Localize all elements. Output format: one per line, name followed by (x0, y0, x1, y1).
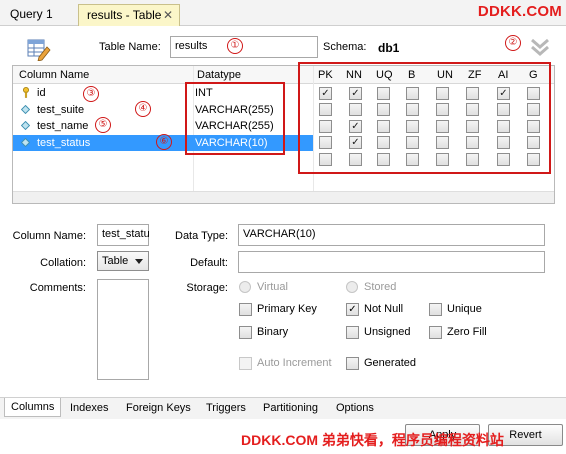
table-edit-icon (27, 39, 51, 61)
annotation-1: ① (227, 38, 243, 54)
diamond-icon (21, 137, 30, 147)
primary-key-checkbox[interactable] (239, 303, 252, 316)
watermark-bottom: DDKK.COM 弟弟快看，程序员编程资料站 (241, 432, 504, 448)
column-name-input[interactable]: test_statu (97, 224, 150, 246)
auto-increment-label: Auto Increment (257, 357, 332, 369)
tab-columns[interactable]: Columns (4, 398, 62, 417)
data-type-input[interactable]: VARCHAR(10) (238, 224, 545, 246)
tab-options[interactable]: Options (336, 402, 374, 414)
key-icon (23, 87, 29, 98)
annotation-4: ④ (135, 101, 151, 117)
annotation-2: ② (505, 35, 521, 51)
annotation-3: ③ (83, 86, 99, 102)
column-name-label: Column Name: (12, 230, 86, 242)
annotation-5: ⑤ (95, 117, 111, 133)
comments-textarea[interactable] (97, 279, 149, 380)
collation-label: Collation: (40, 257, 86, 269)
storage-stored-radio[interactable] (346, 281, 358, 293)
diamond-icon (21, 121, 30, 130)
auto-increment-checkbox[interactable] (239, 357, 252, 370)
primary-key-label: Primary Key (257, 303, 317, 315)
not-null-checkbox[interactable]: ✓ (346, 303, 359, 316)
zero-fill-label: Zero Fill (447, 326, 487, 338)
tab-indexes[interactable]: Indexes (70, 402, 109, 414)
table-name-label: Table Name: (99, 41, 161, 53)
tab-query-1[interactable]: Query 1 (2, 4, 61, 26)
schema-value: db1 (378, 41, 400, 55)
unsigned-label: Unsigned (364, 326, 411, 338)
header-datatype[interactable]: Datatype (197, 69, 241, 81)
highlight-flags-box (298, 62, 551, 174)
collation-select[interactable]: Table (97, 251, 149, 271)
generated-label: Generated (364, 357, 416, 369)
unique-checkbox[interactable] (429, 303, 442, 316)
cell-column-name[interactable]: test_status (37, 137, 90, 149)
close-icon[interactable]: ✕ (163, 8, 173, 22)
editor-bottom-tabs: Columns Indexes Foreign Keys Triggers Pa… (0, 397, 566, 419)
binary-label: Binary (257, 326, 289, 338)
comments-label: Comments: (29, 282, 86, 294)
storage-stored-label: Stored (364, 281, 397, 293)
default-label: Default: (190, 257, 228, 269)
cell-column-name[interactable]: test_name (37, 120, 88, 132)
unique-label: Unique (447, 303, 482, 315)
unsigned-checkbox[interactable] (346, 326, 359, 339)
chevron-down-icon (135, 259, 143, 264)
cell-column-name[interactable]: id (37, 87, 46, 99)
binary-checkbox[interactable] (239, 326, 252, 339)
default-input[interactable] (238, 251, 545, 273)
table-name-input[interactable]: results (170, 36, 318, 58)
zero-fill-checkbox[interactable] (429, 326, 442, 339)
header-column-name[interactable]: Column Name (19, 69, 89, 81)
highlight-datatype-box (185, 82, 285, 155)
watermark-top: DDKK.COM (477, 3, 562, 20)
tab-table-label: results - Table (87, 8, 162, 22)
collation-value: Table (102, 255, 129, 267)
data-type-label: Data Type: (175, 230, 228, 242)
storage-label: Storage: (186, 282, 228, 294)
cell-column-name[interactable]: test_suite (37, 104, 84, 116)
horizontal-scrollbar[interactable] (13, 191, 554, 203)
tab-partitioning[interactable]: Partitioning (263, 402, 318, 414)
diamond-icon (21, 104, 30, 114)
not-null-label: Not Null (364, 303, 404, 315)
annotation-6: ⑥ (156, 134, 172, 150)
tab-foreign-keys[interactable]: Foreign Keys (126, 402, 191, 414)
tab-query-label: Query 1 (10, 7, 53, 21)
generated-checkbox[interactable] (346, 357, 359, 370)
schema-label: Schema: (323, 41, 367, 53)
tab-triggers[interactable]: Triggers (206, 402, 246, 414)
collapse-chevron-icon[interactable] (529, 36, 551, 58)
storage-virtual-radio[interactable] (239, 281, 251, 293)
tab-results-table[interactable]: results - Table ✕ (78, 4, 180, 26)
storage-virtual-label: Virtual (257, 281, 288, 293)
